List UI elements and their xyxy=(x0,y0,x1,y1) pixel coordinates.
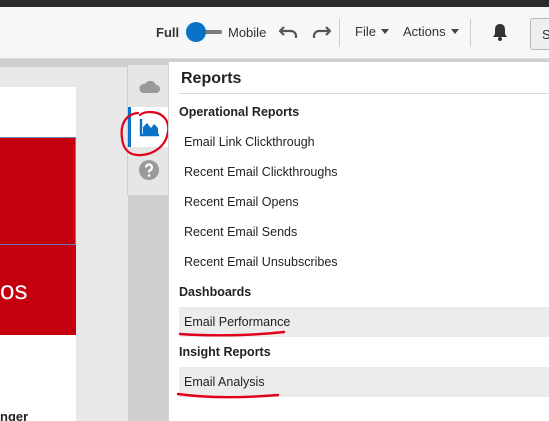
report-recent-email-sends[interactable]: Recent Email Sends xyxy=(179,217,549,247)
mobile-view-label[interactable]: Mobile xyxy=(228,25,266,40)
file-menu-label: File xyxy=(355,24,376,39)
bell-icon[interactable] xyxy=(489,21,511,43)
full-view-label[interactable]: Full xyxy=(156,25,179,40)
dashboard-email-performance[interactable]: Email Performance xyxy=(179,307,549,337)
reports-panel: Reports Operational Reports Email Link C… xyxy=(168,62,549,421)
tab-reports[interactable] xyxy=(128,107,169,147)
file-menu[interactable]: File xyxy=(355,24,389,39)
title-divider xyxy=(179,93,549,94)
toolbar: Full Mobile File Actions S xyxy=(0,7,549,59)
section-insight-reports: Insight Reports xyxy=(179,345,271,359)
toolbar-divider xyxy=(470,19,471,47)
redo-icon[interactable] xyxy=(310,21,332,43)
tab-help[interactable] xyxy=(128,149,169,189)
report-email-link-clickthrough[interactable]: Email Link Clickthrough xyxy=(179,127,549,157)
section-dashboards: Dashboards xyxy=(179,285,252,299)
hero-block[interactable] xyxy=(0,137,76,245)
help-icon xyxy=(139,160,159,180)
card-text: nger xyxy=(0,409,29,421)
side-tabs xyxy=(127,64,169,196)
actions-menu-label: Actions xyxy=(403,24,446,39)
tab-cloud[interactable] xyxy=(128,67,169,107)
undo-icon[interactable] xyxy=(278,21,300,43)
report-recent-email-clickthroughs[interactable]: Recent Email Clickthroughs xyxy=(179,157,549,187)
chart-icon xyxy=(139,119,159,137)
canvas-area: os nger xyxy=(0,67,128,421)
view-mode-toggle[interactable] xyxy=(186,21,224,43)
report-recent-email-opens[interactable]: Recent Email Opens xyxy=(179,187,549,217)
report-recent-email-unsubscribes[interactable]: Recent Email Unsubscribes xyxy=(179,247,549,277)
toggle-knob[interactable] xyxy=(186,22,206,42)
actions-menu[interactable]: Actions xyxy=(403,24,459,39)
hero-banner: os xyxy=(0,245,76,335)
chevron-down-icon xyxy=(450,29,459,34)
hero-text: os xyxy=(0,275,28,305)
email-preview-card: os nger xyxy=(0,87,76,421)
top-strip xyxy=(0,0,549,7)
panel-title: Reports xyxy=(181,70,242,87)
toolbar-button[interactable]: S xyxy=(530,18,549,50)
chevron-down-icon xyxy=(380,29,389,34)
cloud-icon xyxy=(139,80,160,93)
section-operational-reports: Operational Reports xyxy=(179,105,300,119)
toolbar-divider xyxy=(339,19,340,47)
insight-email-analysis[interactable]: Email Analysis xyxy=(179,367,549,397)
